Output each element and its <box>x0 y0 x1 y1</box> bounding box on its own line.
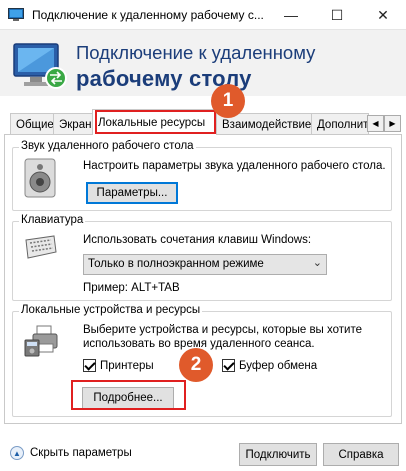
window-title: Подключение к удаленному рабочему с... <box>32 8 264 22</box>
sound-group-title: Звук удаленного рабочего стола <box>19 140 196 152</box>
scroll-left-icon[interactable]: ◀ <box>367 115 384 132</box>
tab-general[interactable]: Общие <box>10 113 54 135</box>
keyboard-example: Пример: ALT+TAB <box>83 282 180 294</box>
dialog-header: Подключение к удаленному рабочему столу <box>0 30 406 96</box>
keyboard-group: Клавиатура Использовать сочетания клавиш… <box>12 214 392 301</box>
printers-checkbox[interactable]: Принтеры <box>83 359 154 372</box>
tab-advanced[interactable]: Дополнит <box>311 113 369 135</box>
scroll-right-icon[interactable]: ▶ <box>384 115 401 132</box>
step-badge-1: 1 <box>211 84 245 118</box>
clipboard-checkbox-box[interactable] <box>222 359 235 372</box>
printers-label: Принтеры <box>100 359 154 372</box>
printer-devices-icon <box>24 325 58 357</box>
hide-options-label: Скрыть параметры <box>30 447 132 459</box>
chevron-down-icon: ⌄ <box>312 257 322 269</box>
help-button[interactable]: Справка <box>323 443 399 466</box>
title-bar: Подключение к удаленному рабочему с... —… <box>0 0 406 30</box>
keyboard-description: Использовать сочетания клавиш Windows: <box>83 234 312 246</box>
windows-keys-select[interactable]: Только в полноэкранном режиме ⌄ <box>83 254 327 275</box>
maximize-button[interactable]: ☐ <box>314 0 360 30</box>
step-badge-2: 2 <box>179 348 213 382</box>
remote-desktop-icon <box>13 43 67 89</box>
speaker-icon <box>24 158 56 198</box>
clipboard-checkbox[interactable]: Буфер обмена <box>222 359 317 372</box>
clipboard-label: Буфер обмена <box>239 359 318 372</box>
remote-desktop-app-icon <box>8 8 24 21</box>
windows-keys-select-value: Только в полноэкранном режиме <box>88 258 264 270</box>
devices-group-title: Локальные устройства и ресурсы <box>19 304 203 316</box>
printers-checkbox-box[interactable] <box>83 359 96 372</box>
tab-panel-local-resources: Звук удаленного рабочего стола Настроить… <box>4 134 402 424</box>
minimize-button[interactable]: — <box>268 0 314 30</box>
devices-description-line1: Выберите устройства и ресурсы, которые в… <box>83 324 363 336</box>
connect-button[interactable]: Подключить <box>239 443 317 466</box>
maximize-icon: ☐ <box>330 6 344 23</box>
sound-description: Настроить параметры звука удаленного раб… <box>83 160 386 172</box>
header-title-line1: Подключение к удаленному <box>76 42 316 63</box>
hide-options-link[interactable]: ▲ Скрыть параметры <box>10 446 132 460</box>
tab-scroll-buttons: ◀ ▶ <box>367 115 401 132</box>
close-icon: ✕ <box>377 6 389 23</box>
sound-settings-button[interactable]: Параметры... <box>86 182 178 204</box>
keyboard-group-title: Клавиатура <box>19 214 86 226</box>
tab-local-resources[interactable]: Локальные ресурсы <box>92 109 217 135</box>
keyboard-icon <box>25 235 57 259</box>
tab-strip: Общие Экран Локальные ресурсы Взаимодейс… <box>0 109 406 135</box>
sound-group: Звук удаленного рабочего стола Настроить… <box>12 140 392 211</box>
more-devices-button[interactable]: Подробнее... <box>82 387 174 409</box>
close-button[interactable]: ✕ <box>360 0 406 30</box>
tab-display[interactable]: Экран <box>53 113 93 135</box>
minimize-icon: — <box>284 7 298 23</box>
chevron-up-icon: ▲ <box>10 446 24 460</box>
